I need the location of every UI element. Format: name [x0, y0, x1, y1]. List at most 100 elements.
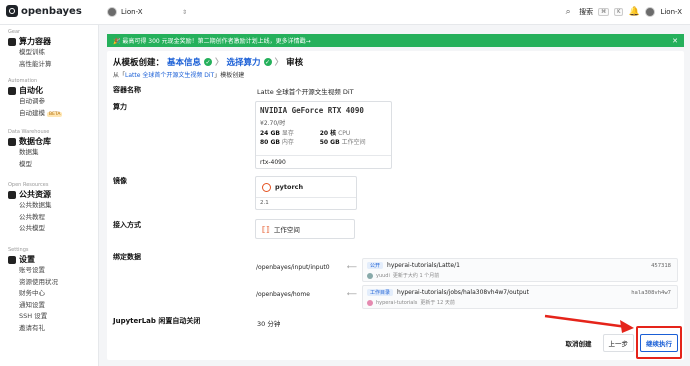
sidebar-item-model-training[interactable]: 模型训练 [8, 47, 52, 59]
steps-prefix: 从模板创建： [113, 58, 165, 68]
workspace-icon: ⟦⟧ [262, 224, 270, 234]
sidebar-section-warehouse: Data Warehouse 数据仓库 数据集 模型 [8, 129, 51, 170]
section-caption: Open Resources [8, 182, 49, 188]
notification-bell-icon[interactable]: 🔔 [628, 6, 640, 18]
dataset-updated: 更新于大约 1 个月前 [392, 273, 440, 279]
gpu-vram: 24 GB [260, 130, 280, 137]
container-name-value: Latte 全球首个开源文生视频 DiT [257, 88, 354, 96]
sidebar-item-hpc[interactable]: 高性能计算 [8, 59, 52, 71]
gpu-specs: 24 GB 显存 20 核 CPU 80 GB 内存 50 GB 工作空间 [260, 129, 366, 147]
beta-badge: BETA [47, 111, 63, 117]
sidebar-section-settings: Settings 设置 账号设置 资源使用状况 财务中心 通知设置 SSH 设置… [8, 247, 58, 334]
pytorch-icon [262, 182, 271, 192]
avatar [367, 299, 373, 306]
sidebar-item-settings[interactable]: 设置 [8, 254, 58, 265]
sidebar-item-automl[interactable]: 自动建模 BETA [8, 108, 63, 121]
sidebar-item-public-datasets[interactable]: 公共数据集 [8, 200, 52, 212]
sidebar-item-notifications[interactable]: 通知设置 [8, 300, 58, 312]
workdir-updated: 更新于 12 天前 [420, 300, 455, 306]
automl-label: 自动建模 [19, 108, 45, 117]
sidebar-item-autotune[interactable]: 自动调参 [8, 96, 62, 108]
prev-button[interactable]: 上一步 [602, 334, 634, 352]
gpu-mem: 80 GB [260, 139, 280, 146]
workdir-user: hyperai-tutorials [376, 299, 418, 306]
org-selector[interactable]: Lion-X ⇕ [107, 6, 187, 18]
step-review: 审核 [286, 58, 304, 68]
automation-icon [8, 86, 16, 95]
sidebar-section-gear: Gear 算力容器 模型训练 高性能计算 [8, 29, 52, 70]
cancel-button[interactable]: 取消创建 [561, 335, 597, 351]
access-label: 接入方式 [113, 221, 141, 229]
workdir-badge: 工作目录 [367, 289, 394, 296]
sidebar-item-account[interactable]: 账号设置 [8, 265, 58, 277]
subtitle-pre: 从「 [113, 72, 126, 79]
sidebar-section-public: Open Resources 公共资源 公共数据集 公共教程 公共模型 [8, 182, 52, 235]
dataset-binding-workdir[interactable]: 工作目录 hyperai-tutorials/jobs/hala308vh4w7/… [362, 285, 678, 309]
banner-text[interactable]: 🎉 最高可得 300 元现金奖励！第二期创作者激励计划上线，更多详情戳→ [113, 36, 311, 45]
public-badge: 公开 [367, 262, 384, 269]
workdir-repo[interactable]: hyperai-tutorials/jobs/hala308vh4w7/outp… [397, 289, 529, 296]
sidebar-item-compute[interactable]: 算力容器 [8, 36, 52, 47]
sidebar-item-automation[interactable]: 自动化 [8, 85, 62, 96]
image-version: 2.1 [256, 197, 356, 208]
step-separator: 〉 [215, 58, 224, 68]
sidebar-item-finance[interactable]: 财务中心 [8, 288, 58, 300]
sidebar-item-warehouse[interactable]: 数据仓库 [8, 136, 51, 147]
dataset-binding-public[interactable]: 公开 hyperai-tutorials/Latte/1 yuudi 更新于大约 1… [362, 258, 678, 282]
dataset-user: yuudi [376, 272, 390, 279]
account-avatar[interactable] [645, 7, 656, 17]
dataset-hash: 457318 [651, 263, 671, 269]
section-caption: Settings [8, 247, 29, 253]
highlight-box [636, 326, 682, 359]
idle-shutdown-value: 30 分钟 [257, 320, 281, 328]
org-name: Lion-X [121, 8, 143, 16]
gear-icon [8, 255, 16, 264]
avatar [367, 272, 373, 279]
section-caption: Gear [8, 29, 21, 35]
section-title: 自动化 [19, 86, 43, 95]
dataset-repo[interactable]: hyperai-tutorials/Latte/1 [387, 262, 460, 269]
search-icon[interactable]: ⌕ [562, 6, 574, 18]
section-title: 公共资源 [19, 190, 51, 199]
container-name-label: 容器名称 [113, 86, 141, 94]
kbd-cmd: ⌘ [598, 8, 610, 16]
section-caption: Data Warehouse [8, 129, 50, 135]
search-label[interactable]: 搜索 [579, 7, 593, 17]
sidebar-item-datasets[interactable]: 数据集 [8, 147, 51, 159]
sidebar-item-public-models[interactable]: 公共模型 [8, 223, 52, 235]
account-name[interactable]: Lion-X [660, 8, 682, 16]
access-card: ⟦⟧ 工作空间 [255, 219, 355, 239]
sidebar-item-invite[interactable]: 邀请有礼 [8, 323, 58, 335]
gpu-price: ¥2.70/时 [260, 120, 286, 127]
openbayes-logo-icon [6, 5, 18, 17]
avatar [107, 7, 117, 17]
check-icon: ✓ [263, 58, 272, 66]
database-icon [8, 137, 16, 146]
gpu-disk-unit: 工作空间 [341, 139, 366, 146]
template-source: 从「Latte 全球首个开源文生视频 DiT」模板创建 [113, 70, 244, 79]
sidebar-item-public[interactable]: 公共资源 [8, 189, 52, 200]
sidebar-item-public-tutorials[interactable]: 公共教程 [8, 212, 52, 224]
create-container-card: 从模板创建： 基本信息 ✓ 〉 选择算力 ✓ 〉 审核 从「Latte 全球首个… [107, 51, 684, 360]
sidebar: Gear 算力容器 模型训练 高性能计算 Automation 自动化 自动调参… [0, 25, 99, 366]
step-basic-info[interactable]: 基本信息 [167, 56, 201, 68]
sidebar-item-models[interactable]: 模型 [8, 159, 51, 171]
sidebar-item-usage[interactable]: 资源使用状况 [8, 277, 58, 289]
mount-path-input0: /openbayes/input/input0 [256, 264, 330, 271]
cube-icon [8, 37, 16, 46]
sidebar-item-ssh[interactable]: SSH 设置 [8, 311, 58, 323]
template-link[interactable]: Latte 全球首个开源文生视频 DiT [125, 72, 214, 79]
image-label: 镜像 [113, 177, 127, 185]
section-title: 设置 [19, 255, 35, 264]
close-icon[interactable]: ✕ [672, 37, 678, 45]
globe-icon [8, 190, 16, 199]
step-select-compute[interactable]: 选择算力 [227, 56, 261, 68]
arrow-left-icon: ⟵ [347, 263, 358, 271]
section-title: 算力容器 [19, 37, 51, 46]
step-separator: 〉 [274, 58, 284, 68]
logo[interactable]: openbayes [6, 5, 82, 17]
logo-text: openbayes [21, 5, 82, 17]
mount-path-home: /openbayes/home [256, 291, 310, 298]
promo-banner[interactable]: 🎉 最高可得 300 元现金奖励！第二期创作者激励计划上线，更多详情戳→ ✕ [107, 34, 684, 47]
image-card: pytorch 2.1 [255, 176, 357, 210]
